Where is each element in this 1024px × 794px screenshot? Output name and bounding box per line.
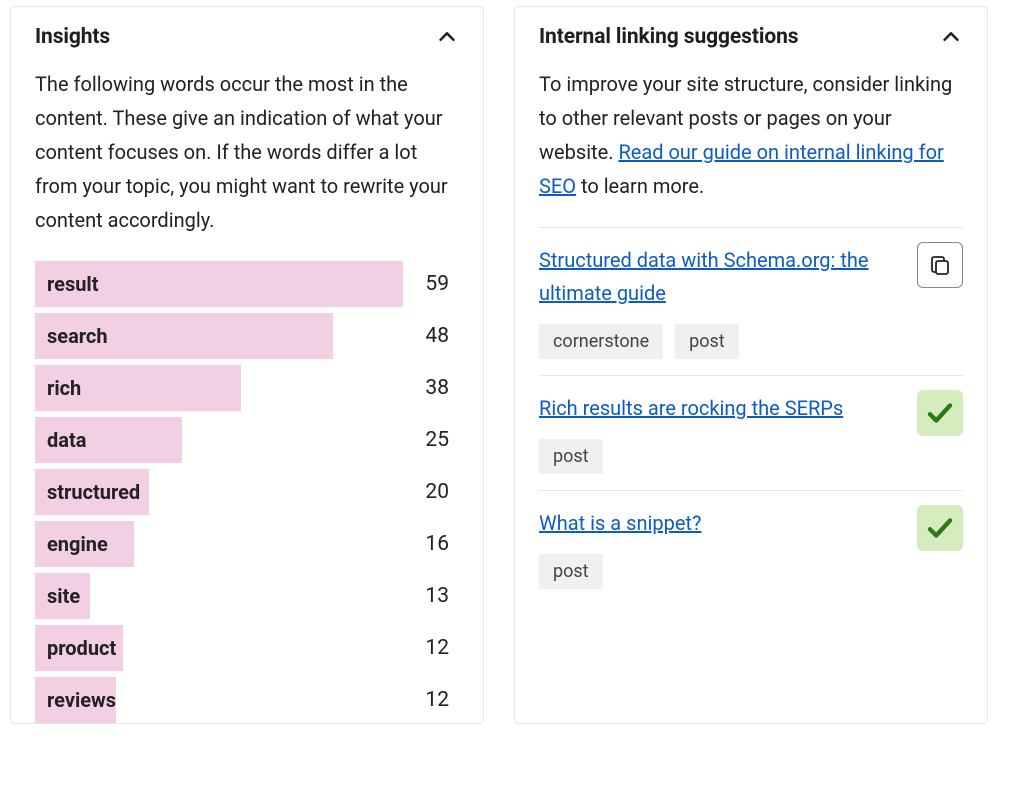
suggestion-link[interactable]: Rich results are rocking the SERPs bbox=[539, 392, 843, 425]
word-count: 13 bbox=[403, 584, 459, 608]
linking-panel: Internal linking suggestions To improve … bbox=[514, 6, 988, 724]
linking-header[interactable]: Internal linking suggestions bbox=[515, 7, 987, 63]
word-label: rich bbox=[47, 376, 81, 400]
word-label: site bbox=[47, 584, 80, 608]
word-row: engine 16 bbox=[35, 521, 459, 567]
tag: post bbox=[539, 439, 603, 474]
insights-title: Insights bbox=[35, 25, 110, 49]
word-bar-track: site bbox=[35, 573, 403, 619]
suggestion-item: What is a snippet? post bbox=[539, 490, 963, 605]
linking-desc-post: to learn more. bbox=[576, 174, 704, 198]
word-row: result 59 bbox=[35, 261, 459, 307]
word-bar-track: reviews bbox=[35, 677, 403, 723]
suggestion-link[interactable]: Structured data with Schema.org: the ult… bbox=[539, 244, 879, 310]
linking-description: To improve your site structure, consider… bbox=[539, 67, 963, 203]
suggestion-tags: post bbox=[539, 554, 963, 589]
word-bar-track: search bbox=[35, 313, 403, 359]
tag: post bbox=[539, 554, 603, 589]
word-bar-track: result bbox=[35, 261, 403, 307]
word-frequency-list: result 59 search 48 rich 38 data 25 structured 20… bbox=[35, 261, 459, 723]
word-bar-track: rich bbox=[35, 365, 403, 411]
word-count: 59 bbox=[403, 272, 459, 296]
word-label: data bbox=[47, 428, 86, 452]
insights-panel: Insights The following words occur the m… bbox=[10, 6, 484, 724]
word-label: structured bbox=[47, 480, 140, 504]
linking-suggestions-list: Structured data with Schema.org: the ult… bbox=[539, 227, 963, 605]
word-count: 38 bbox=[403, 376, 459, 400]
linking-title: Internal linking suggestions bbox=[539, 25, 798, 49]
chevron-up-icon bbox=[937, 23, 965, 51]
word-count: 16 bbox=[403, 532, 459, 556]
copy-icon bbox=[928, 253, 952, 277]
word-label: result bbox=[47, 272, 98, 296]
word-count: 48 bbox=[403, 324, 459, 348]
word-label: reviews bbox=[47, 688, 116, 712]
check-icon bbox=[925, 398, 955, 428]
word-row: site 13 bbox=[35, 573, 459, 619]
tag: post bbox=[675, 324, 739, 359]
word-row: product 12 bbox=[35, 625, 459, 671]
word-label: search bbox=[47, 324, 108, 348]
word-bar-track: engine bbox=[35, 521, 403, 567]
word-count: 12 bbox=[403, 688, 459, 712]
linking-body: To improve your site structure, consider… bbox=[515, 63, 987, 605]
word-row: structured 20 bbox=[35, 469, 459, 515]
insights-description: The following words occur the most in th… bbox=[35, 67, 459, 237]
insights-header[interactable]: Insights bbox=[11, 7, 483, 63]
word-label: product bbox=[47, 636, 116, 660]
word-bar-track: product bbox=[35, 625, 403, 671]
chevron-up-icon bbox=[433, 23, 461, 51]
linked-check-badge bbox=[917, 390, 963, 436]
word-bar-track: structured bbox=[35, 469, 403, 515]
word-label: engine bbox=[47, 532, 108, 556]
word-row: data 25 bbox=[35, 417, 459, 463]
linked-check-badge bbox=[917, 505, 963, 551]
word-row: rich 38 bbox=[35, 365, 459, 411]
insights-body: The following words occur the most in th… bbox=[11, 63, 483, 723]
suggestion-item: Structured data with Schema.org: the ult… bbox=[539, 227, 963, 375]
tag: cornerstone bbox=[539, 324, 663, 359]
word-count: 25 bbox=[403, 428, 459, 452]
word-row: reviews 12 bbox=[35, 677, 459, 723]
word-count: 20 bbox=[403, 480, 459, 504]
suggestion-item: Rich results are rocking the SERPs post bbox=[539, 375, 963, 490]
word-row: search 48 bbox=[35, 313, 459, 359]
copy-link-button[interactable] bbox=[917, 242, 963, 288]
check-icon bbox=[925, 513, 955, 543]
suggestion-link[interactable]: What is a snippet? bbox=[539, 507, 701, 540]
word-count: 12 bbox=[403, 636, 459, 660]
word-bar-track: data bbox=[35, 417, 403, 463]
suggestion-tags: post bbox=[539, 439, 963, 474]
suggestion-tags: cornerstone post bbox=[539, 324, 963, 359]
